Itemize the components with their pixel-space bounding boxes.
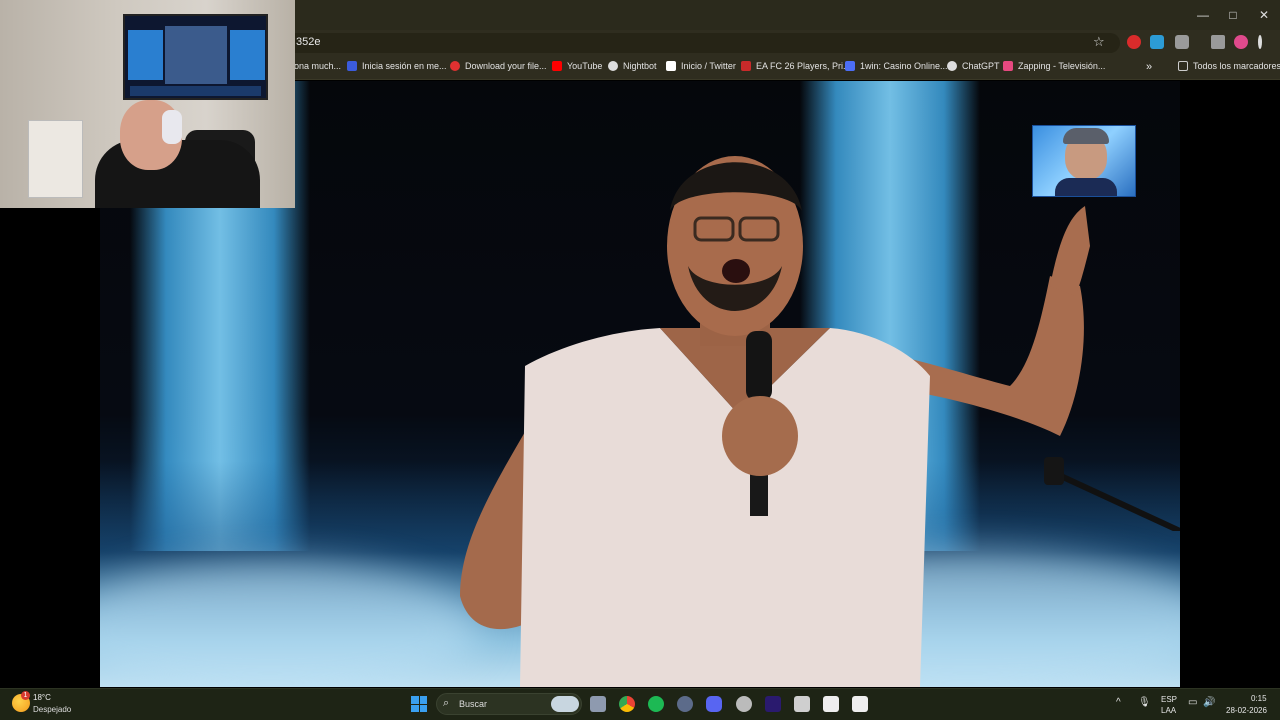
discord-icon[interactable] [706,696,722,712]
nightbot-icon [608,61,618,71]
pip-overlay [1032,125,1136,197]
performer-figure [460,156,1090,687]
capcut-icon[interactable] [823,696,839,712]
menu-kebab-icon[interactable] [1258,35,1262,49]
taskbar [0,688,1280,720]
bookmark-item[interactable]: Inicia sesión en me... [347,61,447,71]
download-icon [450,61,460,71]
extensions-puzzle-icon[interactable] [1175,35,1189,49]
language-indicator[interactable]: ESP [1161,695,1177,704]
chrome-icon[interactable] [619,696,635,712]
volume-icon[interactable]: 🔊 [1203,697,1215,708]
microphone-icon[interactable]: 🎙 [1138,697,1151,708]
media-controls-icon[interactable] [1211,35,1225,49]
profile-avatar[interactable] [1234,35,1248,49]
bookmark-item[interactable]: ona much... [294,61,341,71]
bookmark-item[interactable]: YouTube [552,61,602,71]
framed-jersey [28,120,83,198]
weather-temperature[interactable]: 18°C [33,693,51,702]
search-highlight-icon [551,696,579,712]
tv-center [165,26,227,84]
headphones-icon [162,110,182,144]
search-icon: ⌕ [443,697,450,709]
clock-date[interactable]: 28-02-2026 [1226,706,1267,715]
extension-translate-icon[interactable] [1150,35,1164,49]
weather-description[interactable]: Despejado [33,705,71,714]
tv-panel [230,30,265,80]
extension-red-icon[interactable] [1127,35,1141,49]
address-bar[interactable] [240,33,1120,53]
windows-start-icon[interactable] [411,696,427,712]
x-icon [666,61,676,71]
network-icon[interactable]: ▭ [1188,697,1197,708]
bookmarks-overflow-button[interactable]: » [1146,61,1152,73]
casino-icon [845,61,855,71]
address-bar-url[interactable]: 352e [296,36,320,48]
zapping-icon [1003,61,1013,71]
file-explorer-icon[interactable] [590,696,606,712]
pip-shirt [1055,178,1117,196]
obs-icon[interactable] [736,696,752,712]
keyboard-layout-indicator[interactable]: LAA [1161,706,1176,715]
youtube-icon [552,61,562,71]
bookmark-item[interactable]: 1win: Casino Online... [845,61,948,71]
folder-icon [1178,61,1188,71]
bookmark-item[interactable]: Download your file... [450,61,547,71]
tv-panel [128,30,163,80]
capcut-2-icon[interactable] [852,696,868,712]
adobe-icon[interactable] [794,696,810,712]
search-placeholder[interactable]: Buscar [459,699,487,709]
clock-time[interactable]: 0:15 [1251,694,1267,703]
webcam-overlay [0,0,295,208]
weather-badge: 1 [21,691,30,700]
bookmark-item[interactable]: Zapping - Televisión... [1003,61,1105,71]
bookmark-item[interactable]: Nightbot [608,61,657,71]
all-bookmarks-button[interactable]: Todos los marcadores [1178,61,1280,71]
mic-stand [1044,457,1180,531]
maximize-button[interactable]: □ [1218,0,1248,30]
bookmark-item[interactable]: EA FC 26 Players, Pri... [741,61,851,71]
close-button[interactable]: ✕ [1249,0,1279,30]
futbin-icon [741,61,751,71]
premiere-icon[interactable] [765,696,781,712]
bookmark-star-icon[interactable]: ☆ [1093,34,1105,50]
background-tv [123,14,268,100]
chatgpt-icon [947,61,957,71]
spotify-icon[interactable] [648,696,664,712]
minimize-button[interactable]: — [1188,0,1218,30]
tv-lower-third [130,86,261,96]
tray-overflow-chevron-icon[interactable]: ^ [1116,697,1121,708]
app-icon[interactable] [677,696,693,712]
bookmark-item[interactable]: ChatGPT [947,61,1000,71]
pip-cap [1063,128,1109,144]
ea-icon [347,61,357,71]
bookmark-item[interactable]: Inicio / Twitter [666,61,736,71]
